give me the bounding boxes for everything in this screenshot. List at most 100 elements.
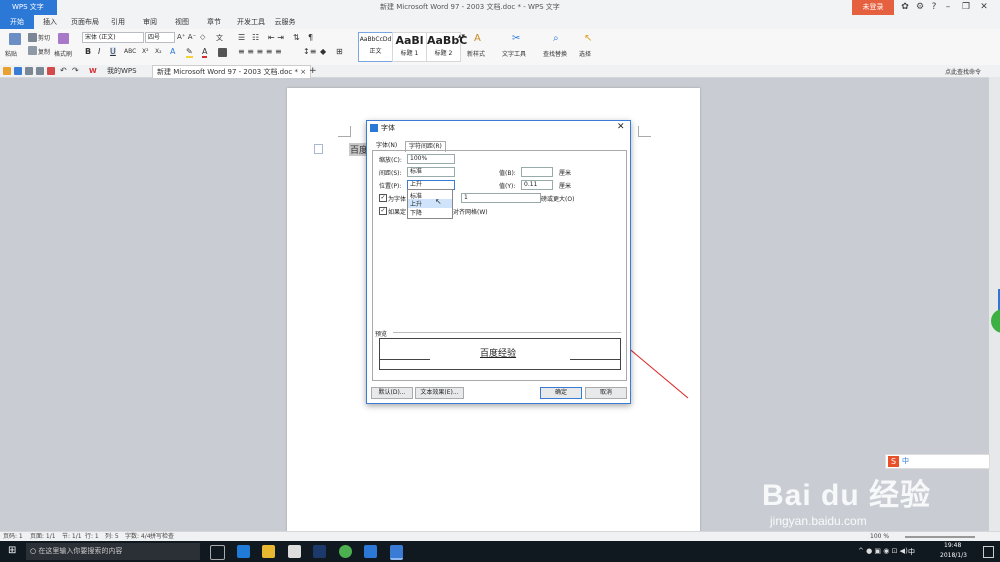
tray-ime[interactable]: 中 [908,547,915,557]
taskbar-search[interactable]: ○ 在这里输入你要搜索的内容 [26,543,200,560]
tab-cloud[interactable]: 云服务 [271,15,299,29]
app-green-icon[interactable] [339,545,352,558]
text-tools-button[interactable]: 文字工具 [502,49,526,58]
paste-label[interactable]: 粘贴 [5,49,17,58]
underline-icon[interactable]: U [110,47,116,56]
find-command[interactable]: 点此查找命令 [945,67,981,76]
option-raised[interactable]: 上升 [408,199,452,208]
phonetic-icon[interactable]: 文 [216,33,223,43]
save-icon[interactable] [14,67,22,75]
option-lowered[interactable]: 下降 [410,208,450,217]
kerning-input[interactable]: 1 [461,193,541,203]
text-effect-icon[interactable]: A [170,47,175,56]
style-heading-2[interactable]: AaBbC 标题 2 [426,32,467,62]
default-button[interactable]: 默认(D)... [371,387,413,399]
subscript-icon[interactable]: X₂ [155,48,162,55]
tab-view[interactable]: 视图 [170,15,194,29]
numbering-icon[interactable]: ☷ [252,33,259,42]
kerning-checkbox[interactable]: ✓ [379,194,387,202]
new-style-icon[interactable]: A [474,33,481,44]
task-view-icon[interactable] [210,545,225,560]
notification-icon[interactable] [983,546,994,558]
zoom-slider[interactable] [905,536,975,538]
find-replace-button[interactable]: 查找替换 [543,49,567,58]
scale-select[interactable]: 100% [407,154,455,164]
cut-button[interactable]: 剪切 [38,33,50,42]
font-name-select[interactable]: 宋体 (正文) [82,32,144,43]
tab-insert[interactable]: 插入 [36,15,64,29]
dialog-titlebar[interactable]: 字体 ✕ [367,121,630,135]
text-effect-button[interactable]: 文本效果(E)... [415,387,464,399]
cut-icon[interactable] [28,33,37,42]
app-blue-icon[interactable] [364,545,377,558]
tab-home[interactable]: 开始 [0,15,34,29]
format-painter-icon[interactable] [58,33,69,44]
style-normal[interactable]: AaBbCcDd 正文 [358,32,393,62]
indent-icons[interactable]: ⇤ ⇥ [268,33,284,42]
restore-icon[interactable]: ❐ [958,1,974,13]
text-tools-icon[interactable]: ✂ [512,33,520,44]
print-icon[interactable] [36,67,44,75]
tab-developer[interactable]: 开发工具 [234,15,268,29]
highlight-icon[interactable]: ✎ [186,47,193,58]
styles-more-icon[interactable]: ▴▾ [458,32,465,40]
bullets-icon[interactable]: ☰ [238,33,245,42]
align-icons[interactable]: ≡ ≡ ≡ ≡ ≡ [238,47,282,56]
copy-icon[interactable] [28,46,37,55]
tab-document[interactable]: 新建 Microsoft Word 97 - 2003 文档.doc * × [152,65,312,78]
unit-b[interactable]: 厘米 [559,168,571,177]
show-marks-icon[interactable]: ¶ [308,33,313,42]
value-b-input[interactable] [521,167,553,177]
login-button[interactable]: 未登录 [852,0,894,15]
select-icon[interactable]: ↖ [584,33,592,44]
tab-review[interactable]: 审阅 [138,15,162,29]
edge-icon[interactable] [237,545,250,558]
open-icon[interactable] [3,67,11,75]
value-y-input[interactable]: 0.11 [521,180,553,190]
explorer-icon[interactable] [262,545,275,558]
italic-icon[interactable]: I [98,47,100,56]
snap-grid-checkbox[interactable]: ✓ [379,207,387,215]
wps-taskbar-icon[interactable] [390,545,403,560]
print-preview-icon[interactable] [25,67,33,75]
vertical-scrollbar[interactable] [989,77,1000,531]
dialog-close-icon[interactable]: ✕ [617,122,625,132]
superscript-icon[interactable]: X² [142,48,149,55]
find-replace-icon[interactable]: ⌕ [553,33,559,44]
photoshop-icon[interactable] [313,545,326,558]
store-icon[interactable] [288,545,301,558]
format-painter-label[interactable]: 格式刷 [54,49,72,58]
app-menu-button[interactable]: WPS 文字 [0,0,57,15]
font-grow-icon[interactable]: A⁺ A⁻ [177,33,196,41]
close-icon[interactable]: ✕ [976,1,992,13]
strikethrough-icon[interactable]: ABC [124,48,136,55]
clock-time[interactable]: 19:48 [944,542,961,549]
line-spacing-icon[interactable]: ↕≡ [303,47,316,56]
new-style-button[interactable]: 新样式 [467,49,485,58]
tray-icons[interactable]: ^ ● ▣ ◉ ⊡ ◀) [858,547,908,555]
paste-icon[interactable] [9,33,21,45]
tab-page-layout[interactable]: 页面布局 [67,15,103,29]
tab-section[interactable]: 章节 [202,15,226,29]
skin-icon[interactable]: ✿ [897,1,913,13]
copy-button[interactable]: 复制 [38,47,50,56]
unit-y[interactable]: 厘米 [559,181,571,190]
clear-format-icon[interactable]: ◇ [200,33,205,41]
start-windows-icon[interactable]: ⊞ [8,546,18,556]
ok-button[interactable]: 确定 [540,387,582,399]
font-size-select[interactable]: 四号 [145,32,175,43]
sort-icon[interactable]: ⇅ [293,33,300,42]
minimize-icon[interactable]: – [940,1,956,13]
clock-date[interactable]: 2018/1/3 [940,552,967,559]
export-pdf-icon[interactable] [47,67,55,75]
shading-icon[interactable]: ◆ [320,47,326,56]
ime-toolbar[interactable]: S 中 [885,454,990,469]
cancel-button[interactable]: 取消 [585,387,627,399]
border-icon[interactable]: ⊞ [336,47,343,56]
char-shading-icon[interactable] [218,48,227,57]
spacing-select[interactable]: 标准 [407,167,455,177]
bold-icon[interactable]: B [85,47,91,56]
tab-references[interactable]: 引用 [106,15,130,29]
redo-icon[interactable]: ↷ [72,66,79,75]
undo-icon[interactable]: ↶ [60,66,67,75]
